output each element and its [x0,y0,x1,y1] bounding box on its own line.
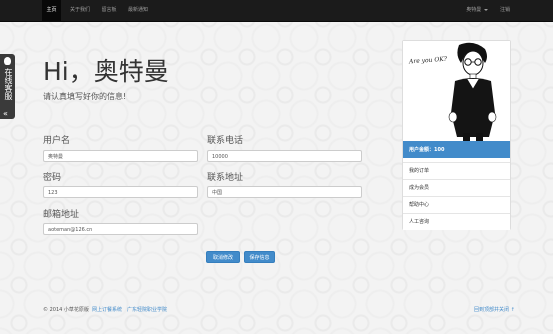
username-label: 用户名 [43,136,71,146]
password-input[interactable]: 123 [43,186,198,198]
nav-message-board[interactable]: 留言板 [98,0,120,21]
password-label: 密码 [43,173,62,183]
footer-copyright: © 2014 小草花原版 [43,307,89,313]
avatar-illustration [403,41,510,141]
nav-user-name: 奥特曼 [466,7,482,13]
address-input[interactable]: 中国 [207,186,362,198]
caret-down-icon [483,8,488,11]
page-subtitle: 请认真填写好你的信息! [43,92,127,101]
menu-item-membership[interactable]: 成为会员 [403,179,510,196]
avatar: Are you OK? [403,41,510,141]
menu-item-consult[interactable]: 人工咨询 [403,213,510,230]
nav-user-dropdown[interactable]: 奥特曼 [462,0,492,21]
email-input[interactable]: aoteman@126.cn [43,223,198,235]
collapse-arrow-icon: « [3,109,8,118]
footer-link-school[interactable]: 广东轻院职业学院 [127,306,167,313]
nav-notices[interactable]: 最新通知 [123,0,153,21]
profile-panel: Are you OK? 用户金额：100 我的订单 成为会员 帮助中心 人工咨询 [402,40,511,230]
points-item[interactable]: 用户金额：100 [403,141,510,158]
nav-home[interactable]: 主页 [42,0,61,21]
top-navbar: 主页 关于我们 留言板 最新通知 奥特曼 注销 [0,0,553,22]
qq-icon [4,57,11,65]
username-input[interactable]: 奥特曼 [43,150,198,162]
page-title: Hi，奥特曼 [43,57,169,86]
phone-label: 联系电话 [207,136,244,146]
online-service-tab[interactable]: 在线客服 « [0,54,15,119]
cancel-button[interactable]: 取消修改 [206,251,240,263]
save-button[interactable]: 保存信息 [244,251,275,263]
email-label: 邮箱地址 [43,210,80,220]
nav-logout[interactable]: 注销 [496,0,514,21]
back-to-top-link[interactable]: 回到顶部并关闭 ↑ [474,306,515,313]
nav-about[interactable]: 关于我们 [65,0,95,21]
footer-link-system[interactable]: 网上订餐系统 [92,306,122,313]
menu-item-help[interactable]: 帮助中心 [403,196,510,213]
menu-item-orders[interactable]: 我的订单 [403,162,510,179]
online-service-label: 在线客服 [4,68,13,100]
phone-input[interactable]: 10000 [207,150,362,162]
address-label: 联系地址 [207,173,244,183]
